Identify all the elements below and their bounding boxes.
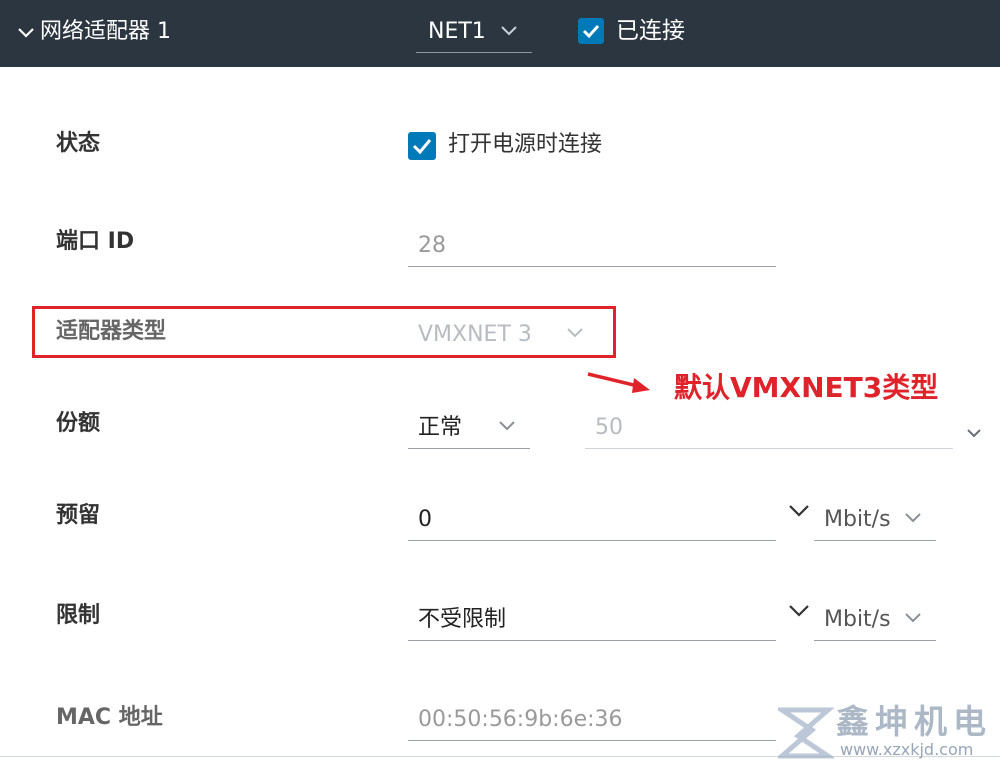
- annotation-arrow-icon: [587, 372, 650, 393]
- limit-unit-select[interactable]: Mbit/s: [814, 600, 936, 641]
- shares-level-value: 正常: [418, 415, 463, 440]
- connect-at-power-on-checkbox[interactable]: [408, 132, 436, 160]
- connect-at-power-on-label: 打开电源时连接: [448, 132, 603, 157]
- shares-value: 50: [595, 415, 623, 440]
- highlight-box: [32, 306, 616, 358]
- chevron-down-icon[interactable]: [788, 604, 810, 618]
- mac-address-field: 00:50:56:9b:6e:36: [408, 700, 776, 741]
- chevron-down-icon[interactable]: [966, 428, 982, 439]
- chevron-down-icon: [501, 26, 517, 36]
- network-select[interactable]: NET1: [416, 14, 532, 53]
- section-title: 网络适配器 1: [40, 19, 171, 44]
- watermark-name: 鑫坤机电: [836, 702, 992, 741]
- chevron-down-icon: [905, 513, 921, 523]
- connected-checkbox[interactable]: [578, 18, 604, 44]
- chevron-down-icon[interactable]: [788, 504, 810, 518]
- section-header: 网络适配器 1 NET1 已连接: [0, 0, 1000, 67]
- checkmark-icon: [582, 24, 600, 39]
- port-id-field: 28: [408, 226, 776, 267]
- limit-value: 不受限制: [418, 607, 507, 632]
- collapse-chevron-icon[interactable]: [16, 18, 40, 46]
- status-label: 状态: [56, 131, 101, 156]
- checkmark-icon: [412, 139, 432, 155]
- reservation-value: 0: [418, 507, 432, 532]
- shares-label: 份额: [56, 411, 101, 436]
- limit-label: 限制: [56, 603, 101, 628]
- annotation-text: 默认VMXNET3类型: [674, 371, 939, 404]
- reservation-unit-value: Mbit/s: [824, 507, 891, 532]
- reservation-input[interactable]: 0: [408, 500, 776, 541]
- reservation-label: 预留: [56, 503, 101, 528]
- shares-value-field[interactable]: 50: [585, 408, 953, 449]
- watermark-url: www.xzxkjd.com: [840, 740, 974, 759]
- port-id-label: 端口 ID: [56, 229, 135, 254]
- chevron-down-icon: [905, 613, 921, 623]
- watermark-logo-icon: [778, 707, 834, 759]
- limit-unit-value: Mbit/s: [824, 607, 891, 632]
- shares-level-select[interactable]: 正常: [408, 408, 530, 449]
- mac-address-value: 00:50:56:9b:6e:36: [418, 707, 623, 732]
- port-id-value: 28: [418, 233, 446, 258]
- chevron-down-icon: [499, 421, 515, 431]
- network-select-value: NET1: [428, 19, 486, 44]
- connected-label: 已连接: [616, 18, 685, 44]
- mac-address-label: MAC 地址: [56, 705, 163, 730]
- limit-input[interactable]: 不受限制: [408, 600, 776, 641]
- reservation-unit-select[interactable]: Mbit/s: [814, 500, 936, 541]
